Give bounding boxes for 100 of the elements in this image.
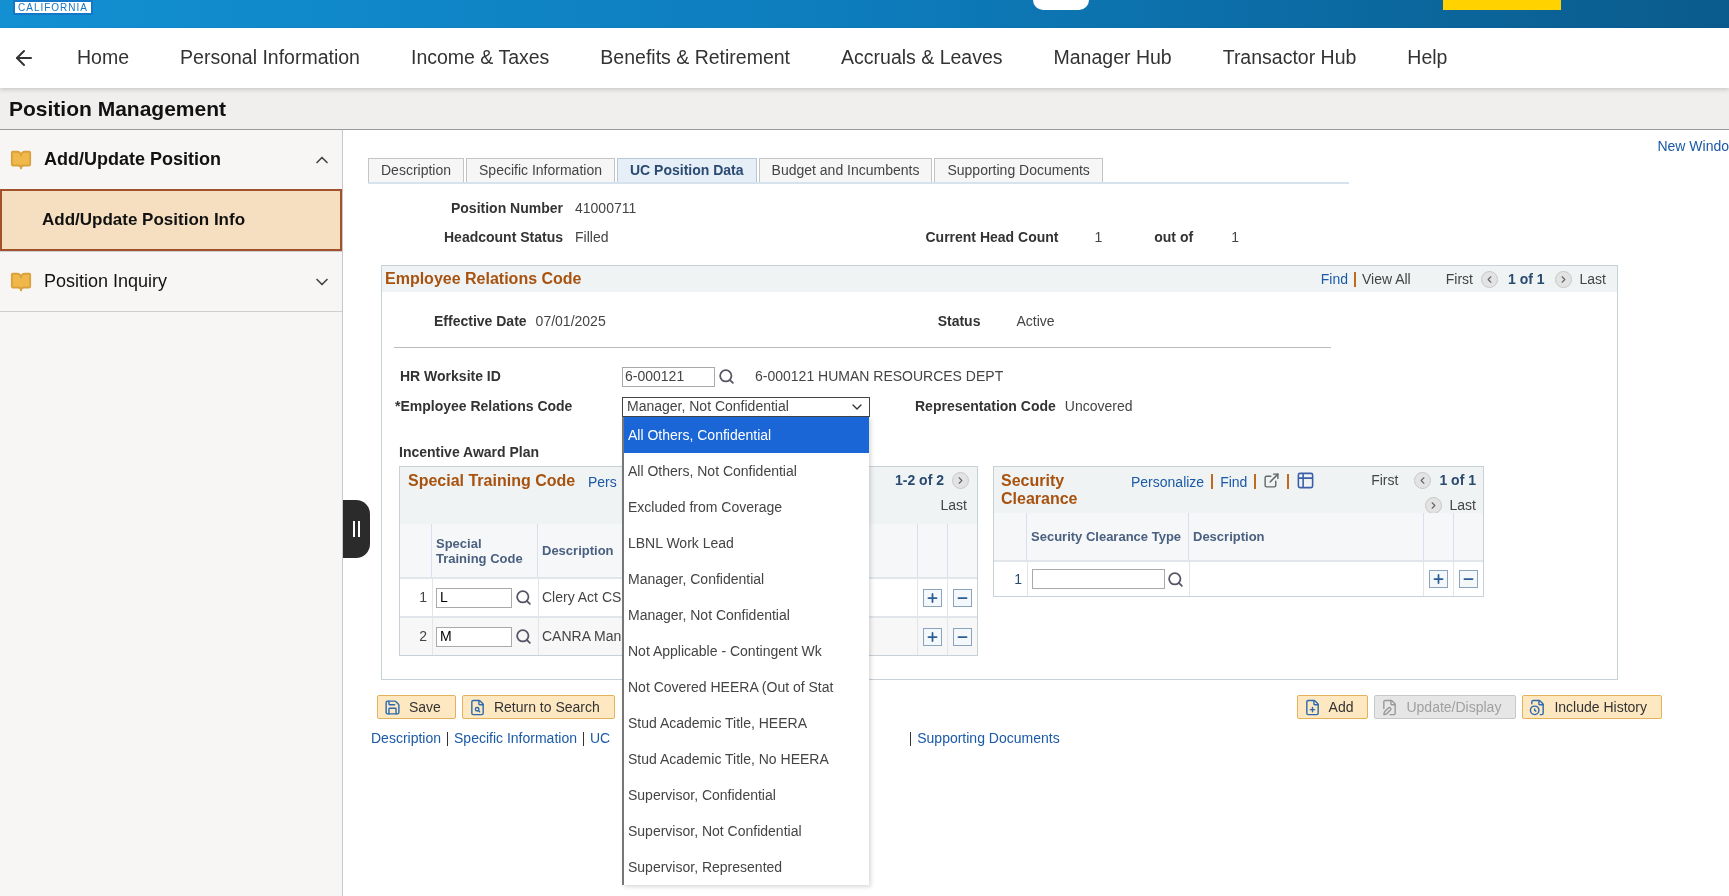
dropdown-option[interactable]: All Others, Not Confidential <box>624 453 869 489</box>
first-label: First <box>1371 471 1399 490</box>
previous-button[interactable] <box>1480 270 1498 288</box>
clearance-type-field[interactable] <box>1032 569 1165 589</box>
bottom-link[interactable]: UC <box>590 728 611 749</box>
field-value: 1 <box>1094 228 1103 247</box>
nav-link[interactable]: Transactor Hub <box>1222 43 1357 73</box>
dropdown-option[interactable]: Supervisor, Represented <box>624 849 869 885</box>
collapse-handle[interactable] <box>343 500 370 558</box>
nav-link[interactable]: Home <box>77 43 130 73</box>
hr-worksite-field[interactable]: 6-000121 <box>622 366 715 387</box>
page-range: 1 of 1 <box>1439 471 1476 490</box>
document-icon <box>1303 698 1321 716</box>
last-label: Last <box>1449 496 1476 515</box>
field-label: Current Head Count <box>925 228 1059 247</box>
nav-link[interactable]: Manager Hub <box>1053 43 1172 73</box>
field-label: Incentive Award Plan <box>399 443 540 462</box>
search-icon[interactable] <box>515 589 532 606</box>
field-value: Active <box>1016 312 1055 331</box>
nav-link[interactable]: Personal Information <box>180 43 360 73</box>
code-field[interactable]: L <box>436 587 512 608</box>
next-button[interactable] <box>952 472 969 489</box>
search-icon[interactable] <box>1167 570 1184 588</box>
personalize-link[interactable]: Pers <box>588 470 617 493</box>
add-button[interactable]: Add <box>1296 695 1369 719</box>
sidebar-group[interactable]: Position Inquiry <box>0 252 342 311</box>
bottom-link[interactable]: Description <box>371 728 442 749</box>
dropdown-option[interactable]: Not Covered HEERA (Out of Stat <box>624 669 869 705</box>
new-window-link[interactable]: New Windo <box>1657 136 1729 157</box>
page-range: 1 of 1 <box>1507 269 1545 289</box>
field-label: Status <box>937 312 981 331</box>
profile-shape <box>1033 0 1089 10</box>
search-icon[interactable] <box>515 628 532 645</box>
code-field[interactable]: M <box>436 626 512 647</box>
download-grid-icon[interactable] <box>1296 471 1316 490</box>
find-link[interactable]: Find <box>1320 268 1348 290</box>
page-title: Position Management <box>9 95 227 122</box>
sidebar-group-label: Add/Update Position <box>44 148 222 171</box>
document-icon <box>1381 698 1399 716</box>
field-label: Effective Date <box>434 312 527 331</box>
dropdown-option[interactable]: Excluded from Coverage <box>624 489 869 525</box>
last-label: Last <box>940 496 967 515</box>
field-value: 1 <box>1231 228 1239 247</box>
dropdown-option[interactable]: Supervisor, Confidential <box>624 777 869 813</box>
field-label: Representation Code <box>915 397 1056 416</box>
field-value: Filled <box>575 228 609 247</box>
row-number: 2 <box>400 616 432 655</box>
dropdown-option[interactable]: All Others, Confidential <box>624 417 869 453</box>
field-label: out of <box>1154 228 1194 247</box>
find-link[interactable]: Find <box>1220 470 1248 493</box>
document-icon <box>1529 698 1547 716</box>
next-button[interactable] <box>1554 270 1572 288</box>
relations-code-dropdown[interactable]: Manager, Not Confidential <box>622 396 870 417</box>
grid-title: Special Training Code <box>408 471 577 490</box>
column-header: Description <box>1189 513 1423 560</box>
field-value: 6-000121 HUMAN RESOURCES DEPT <box>755 367 1004 386</box>
field-value: Uncovered <box>1064 397 1133 416</box>
dropdown-option[interactable]: Supervisor, Not Confidential <box>624 813 869 849</box>
first-label: First <box>1445 269 1473 289</box>
dropdown-option[interactable]: Stud Academic Title, HEERA <box>624 705 869 741</box>
sidebar-group[interactable]: Add/Update Position <box>0 130 342 189</box>
dropdown-option[interactable]: Stud Academic Title, No HEERA <box>624 741 869 777</box>
nav-link[interactable]: Help <box>1407 43 1448 73</box>
add-row-button[interactable] <box>923 627 942 646</box>
nav-link[interactable]: Income & Taxes <box>410 43 550 73</box>
field-label: Headcount Status <box>443 228 563 247</box>
tab[interactable]: Budget and Incumbents <box>758 158 933 182</box>
previous-button[interactable] <box>1414 472 1432 489</box>
document-icon <box>468 698 486 716</box>
grid-title: Security Clearance <box>1001 471 1079 508</box>
field-label: Position Number <box>450 199 563 218</box>
search-icon[interactable] <box>718 368 735 385</box>
delete-row-button[interactable] <box>953 588 972 607</box>
delete-row-button[interactable] <box>1459 570 1478 588</box>
field-label: *Employee Relations Code <box>395 397 574 416</box>
new-window-icon[interactable] <box>1263 472 1281 489</box>
nav-link[interactable]: Accruals & Leaves <box>841 43 1003 73</box>
sidebar-item[interactable]: Add/Update Position Info <box>0 189 342 251</box>
add-row-button[interactable] <box>923 588 942 607</box>
field-label: HR Worksite ID <box>400 367 502 386</box>
bottom-link[interactable]: Specific Information <box>454 728 577 749</box>
panel-title: Employee Relations Code <box>385 269 583 289</box>
personalize-link[interactable]: Personalize <box>1131 470 1205 493</box>
last-label: Last <box>1579 269 1606 289</box>
column-header: Special Training Code <box>432 524 538 577</box>
dropdown-option[interactable]: LBNL Work Lead <box>624 525 869 561</box>
tab[interactable]: Specific Information <box>466 158 615 182</box>
include-history-button[interactable]: Include History <box>1522 695 1662 719</box>
save-button[interactable]: Save <box>377 695 456 719</box>
tab[interactable]: UC Position Data <box>617 158 757 182</box>
add-row-button[interactable] <box>1429 570 1448 588</box>
nav-link[interactable]: Benefits & Retirement <box>600 43 791 73</box>
tab[interactable]: Supporting Documents <box>934 158 1103 182</box>
bottom-link[interactable]: Supporting Documents <box>917 728 1060 749</box>
return-to-search-button[interactable]: Return to Search <box>461 695 615 719</box>
logo[interactable]: CALIFORNIA <box>13 0 93 15</box>
sidebar-group-label: Position Inquiry <box>44 270 169 293</box>
view-all-link[interactable]: View All <box>1361 268 1411 290</box>
delete-row-button[interactable] <box>953 627 972 646</box>
tab[interactable]: Description <box>368 158 465 182</box>
